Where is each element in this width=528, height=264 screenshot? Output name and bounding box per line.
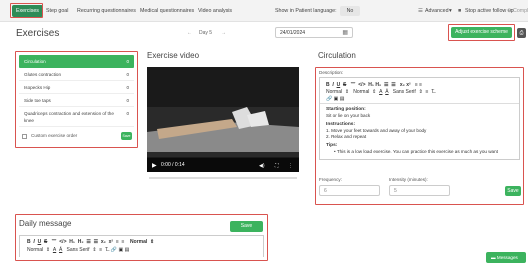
toolbar-divider xyxy=(320,103,519,104)
daily-message-title: Daily message xyxy=(19,219,72,228)
daily-message-save-button[interactable]: Save xyxy=(230,221,263,232)
custom-order-label: Custom exercise order xyxy=(31,133,78,138)
date-field[interactable]: 24/01/2024 ▦ xyxy=(275,27,353,38)
daily-toolbar-row2[interactable]: Normal ⇕ A Ā Sans Serif ⇕ ≡ T̶ 🔗 ▣ ▤ xyxy=(27,247,129,253)
exercise-item-label: Isopecks Hip xyxy=(24,85,51,90)
stop-icon: ■ xyxy=(458,8,462,14)
exercise-item-side-toe-taps[interactable]: Side toe taps 0 xyxy=(19,94,134,107)
tip-item: • This is a low load exercise. You can p… xyxy=(334,149,498,154)
intensity-value: 5 xyxy=(394,188,397,194)
frequency-field[interactable]: 6 xyxy=(319,185,380,196)
video-title: Exercise video xyxy=(147,51,200,60)
print-icon[interactable]: ⎙ xyxy=(517,28,526,38)
language-toggle[interactable]: No xyxy=(340,6,360,16)
video-frame xyxy=(147,67,299,172)
exercise-item-count: 0 xyxy=(126,59,129,64)
messages-button[interactable]: ▬ Messages xyxy=(486,252,526,263)
editor-toolbar-row2[interactable]: Normal ⇕ Normal ⇕ A Ā Sans Serif ⇕ ≡ T̶ xyxy=(326,89,434,95)
instruction-item: 2. Relax and repeat xyxy=(326,134,367,139)
more-options-icon[interactable]: ⋮ xyxy=(288,163,293,169)
tab-video-analysis[interactable]: Video analysis xyxy=(198,5,232,17)
intensity-field[interactable]: 5 xyxy=(389,185,450,196)
date-value: 24/01/2024 xyxy=(280,30,306,36)
tab-step-goal[interactable]: Step goal xyxy=(46,5,68,17)
custom-order-checkbox[interactable] xyxy=(22,134,27,139)
active-tab-highlight xyxy=(10,3,43,18)
fullscreen-icon[interactable]: ⛶ xyxy=(275,163,279,169)
order-save-button[interactable]: Save xyxy=(121,132,132,140)
exercise-item-count: 0 xyxy=(126,72,129,77)
adjust-exercise-scheme-button[interactable]: Adjust exercise scheme xyxy=(451,27,512,38)
exercise-item-label: Circulation xyxy=(24,59,46,64)
next-day-icon[interactable]: → xyxy=(221,30,226,36)
instruction-item: 1. Move your feet towards and away of yo… xyxy=(326,128,427,133)
exercise-video-player[interactable]: ▶ 0:00 / 0:14 ◀) ⛶ ⋮ xyxy=(147,67,299,172)
instructions-label: Instructions: xyxy=(326,122,356,127)
tips-label: Tips: xyxy=(326,143,338,148)
top-nav-bar: Exercises Step goal Recurring questionna… xyxy=(0,0,528,22)
video-progress-track[interactable] xyxy=(149,177,297,179)
exercise-item-count: 0 xyxy=(126,111,129,116)
calendar-icon: ▦ xyxy=(342,30,348,36)
exercise-item-glutes[interactable]: Glutes contraction 0 xyxy=(19,68,134,81)
day-label: Day 5 xyxy=(199,30,213,36)
exercise-item-circulation[interactable]: Circulation 0 xyxy=(19,55,134,68)
description-editor[interactable]: B I U S ”” </> H₁ H₂ ☰ ☰ x₂ x² ≡ ≡ Norma… xyxy=(319,77,520,160)
complete-icon: ⊙ xyxy=(507,8,512,14)
daily-message-editor[interactable]: B I U S ”” </> H₁ H₂ ☰ ☰ x₂ x² ≡ ≡ Norma… xyxy=(19,235,264,257)
description-label: Description: xyxy=(319,70,344,75)
messages-label: Messages xyxy=(496,255,518,260)
video-time: 0:00 / 0:14 xyxy=(161,162,185,168)
tip-text: This is a low load exercise. You can pra… xyxy=(336,149,498,154)
chat-icon: ▬ xyxy=(491,255,496,260)
daily-toolbar-row1[interactable]: B I U S ”” </> H₁ H₂ ☰ ☰ x₂ x² ≡ ≡ Norma… xyxy=(27,239,154,245)
patient-language-label: Show in Patient language: xyxy=(275,8,337,14)
advanced-menu-icon: ☰ xyxy=(418,8,423,14)
editor-toolbar-row3[interactable]: 🔗 ▣ ▤ xyxy=(326,96,344,102)
exercise-item-isopecks[interactable]: Isopecks Hip 0 xyxy=(19,81,134,94)
tab-medical-questionnaires[interactable]: Medical questionnaires xyxy=(140,5,194,17)
advanced-dropdown[interactable]: Advanced xyxy=(425,5,449,17)
frequency-value: 6 xyxy=(324,188,327,194)
complete-button[interactable]: Complete xyxy=(513,5,528,17)
volume-icon[interactable]: ◀) xyxy=(259,163,265,169)
exercise-item-label: Glutes contraction xyxy=(24,72,62,77)
exercise-item-label: Quadriceps contraction and extension of … xyxy=(24,111,114,123)
frequency-label: Frequency: xyxy=(319,177,342,182)
editor-toolbar-row1[interactable]: B I U S ”” </> H₁ H₂ ☰ ☰ x₂ x² ≡ ≡ xyxy=(326,82,422,88)
prev-day-icon[interactable]: ← xyxy=(187,30,192,36)
chevron-down-icon: ▾ xyxy=(449,8,452,14)
page-title: Exercises xyxy=(16,28,60,39)
circulation-save-button[interactable]: Save xyxy=(505,186,521,196)
exercise-item-count: 0 xyxy=(126,98,129,103)
starting-position-label: Starting position: xyxy=(326,107,366,112)
intensity-label: Intensity (minutes): xyxy=(389,177,428,182)
exercise-item-quadriceps[interactable]: Quadriceps contraction and extension of … xyxy=(19,107,134,127)
starting-position-text: Sit or lie on your back xyxy=(326,113,371,118)
play-icon[interactable]: ▶ xyxy=(152,162,157,169)
circulation-title: Circulation xyxy=(318,51,356,60)
exercise-item-label: Side toe taps xyxy=(24,98,51,103)
exercise-item-count: 0 xyxy=(126,85,129,90)
tab-recurring-questionnaires[interactable]: Recurring questionnaires xyxy=(77,5,136,17)
